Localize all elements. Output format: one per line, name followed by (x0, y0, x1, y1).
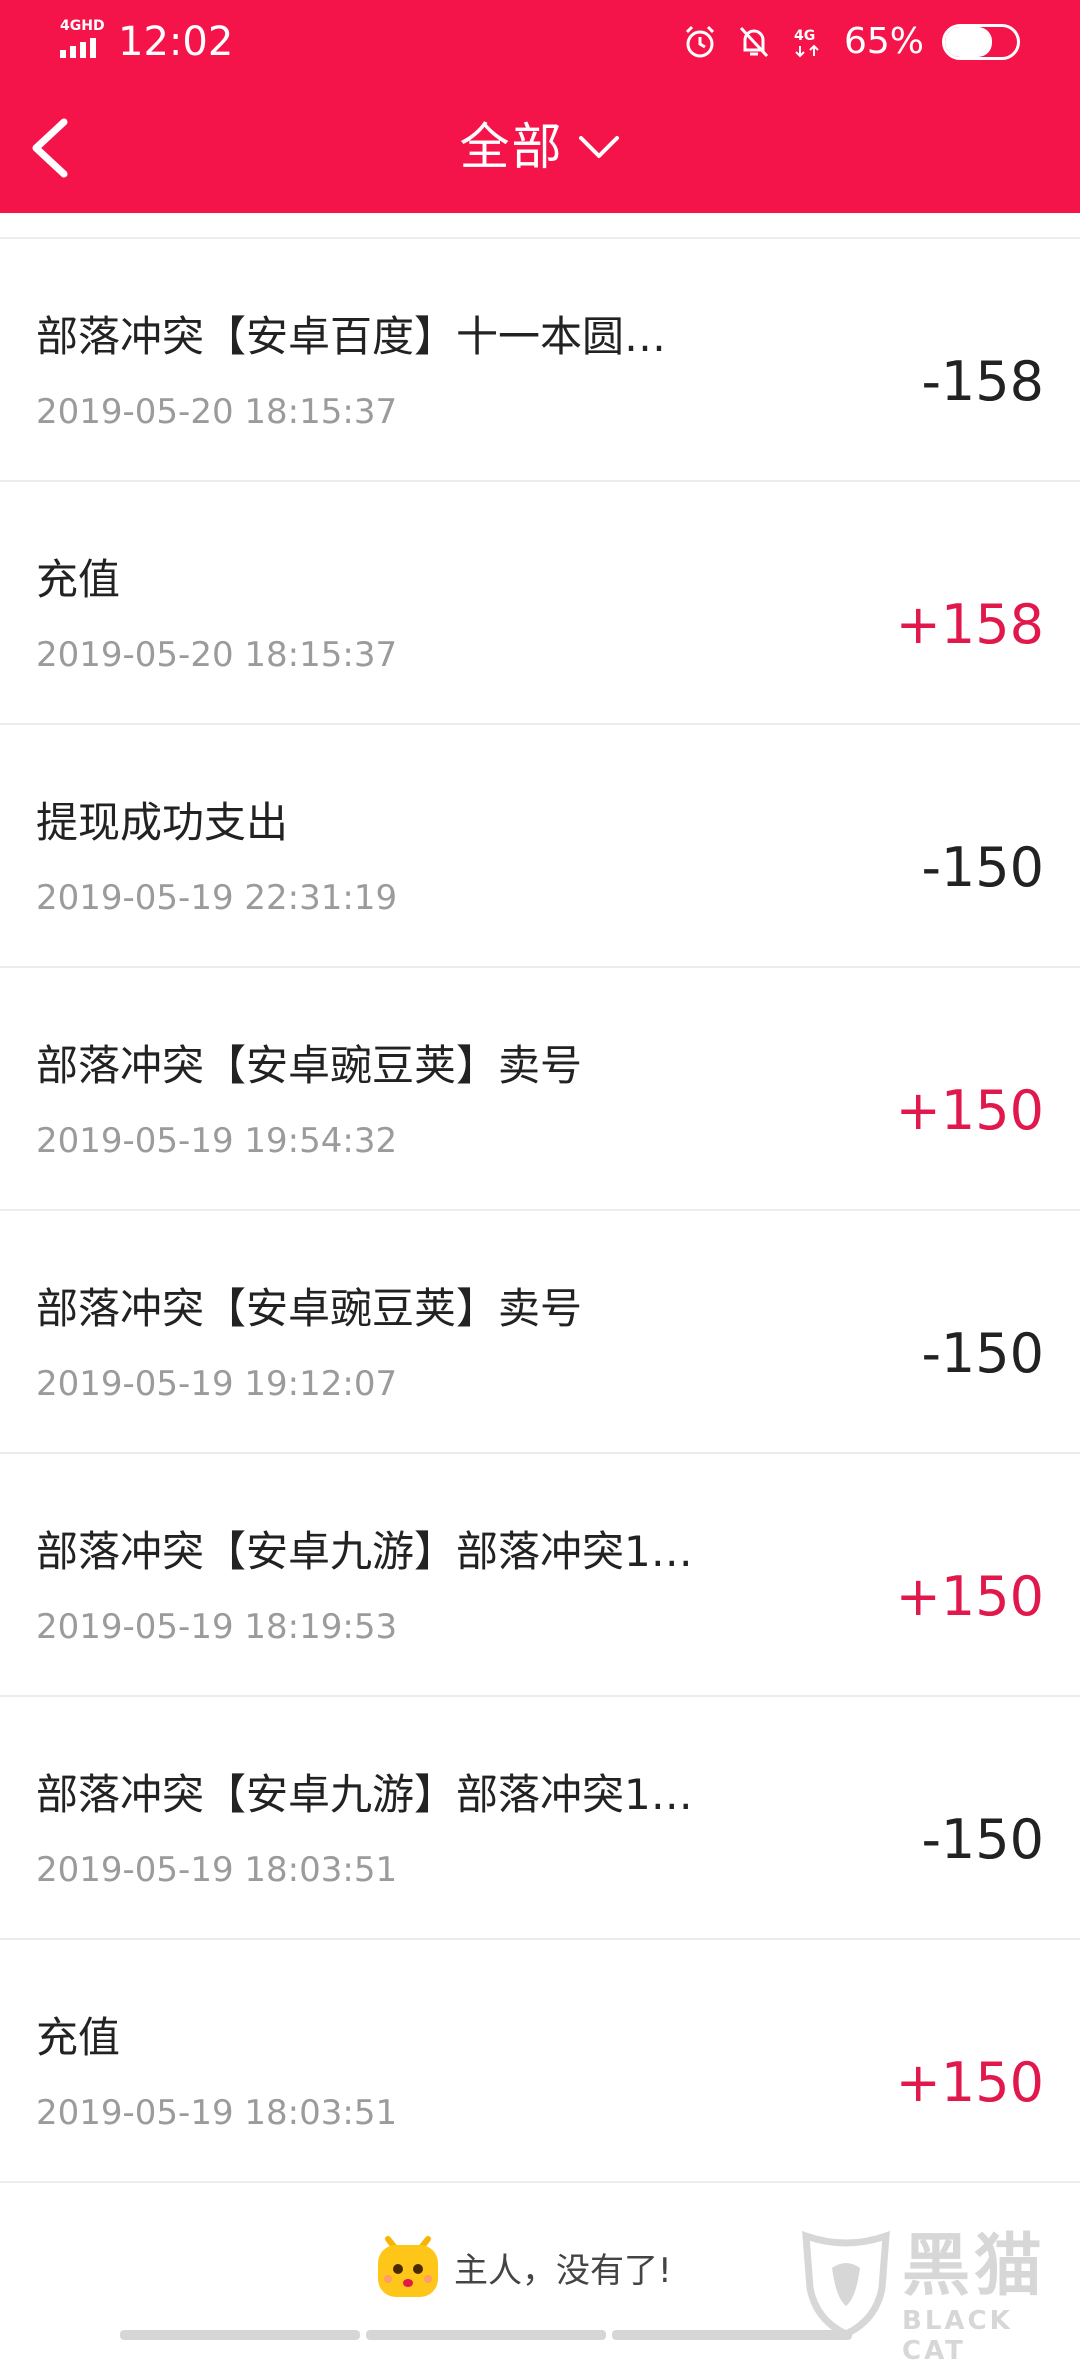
nav-row: 全部 (0, 84, 1080, 213)
mute-bell-icon (736, 24, 772, 60)
transaction-name: 充值 (36, 555, 121, 604)
transaction-date: 2019-05-20 18:15:37 (36, 635, 398, 675)
svg-text:4G: 4G (794, 28, 815, 44)
gesture-segment (366, 2330, 606, 2340)
chevron-down-icon (578, 136, 619, 158)
black-cat-logo-icon (802, 2230, 890, 2338)
transaction-row[interactable]: 充值 2019-05-20 18:15:37 +158 (0, 482, 1080, 725)
end-of-list-text: 主人，没有了! (454, 2250, 672, 2291)
battery-percent: 65% (843, 21, 924, 62)
watermark-brand: 黑猫 (902, 2227, 1047, 2306)
cellular-signal-icon: 4GHD (58, 18, 110, 58)
transaction-row[interactable]: 部落冲突【安卓百度】十一本圆… 2019-05-20 18:15:37 -158 (0, 239, 1080, 482)
alarm-icon (682, 24, 718, 60)
transaction-name: 提现成功支出 (36, 798, 289, 847)
filter-dropdown[interactable]: 全部 (0, 114, 1080, 180)
transaction-row[interactable]: 部落冲突【安卓豌豆荚】卖号 2019-05-19 19:12:07 -150 (0, 1211, 1080, 1454)
transaction-row[interactable]: 提现成功支出 2019-05-19 22:31:19 -150 (0, 725, 1080, 968)
transaction-name: 充值 (36, 2013, 121, 2062)
list-top-divider (0, 213, 1080, 239)
transaction-amount: -150 (921, 836, 1044, 899)
gesture-segment (120, 2330, 360, 2340)
transaction-name: 部落冲突【安卓豌豆荚】卖号 (36, 1284, 583, 1333)
transaction-amount: -158 (921, 350, 1044, 413)
gesture-segment (612, 2330, 852, 2340)
gesture-bar (0, 2330, 1080, 2340)
transaction-date: 2019-05-19 22:31:19 (36, 878, 398, 918)
transaction-amount: +158 (895, 593, 1044, 656)
transaction-row[interactable]: 部落冲突【安卓豌豆荚】卖号 2019-05-19 19:54:32 +150 (0, 968, 1080, 1211)
transaction-row[interactable]: 部落冲突【安卓九游】部落冲突1… 2019-05-19 18:03:51 -15… (0, 1697, 1080, 1940)
transaction-amount: +150 (895, 1565, 1044, 1628)
transaction-date: 2019-05-19 19:12:07 (36, 1364, 398, 1404)
transaction-amount: +150 (895, 2051, 1044, 2114)
transaction-name: 部落冲突【安卓九游】部落冲突1… (36, 1770, 693, 1819)
transaction-date: 2019-05-20 18:15:37 (36, 392, 398, 432)
transaction-row[interactable]: 充值 2019-05-19 18:03:51 +150 (0, 1940, 1080, 2183)
top-bar: 4GHD 12:02 4G 65% 全部 (0, 0, 1080, 213)
status-bar: 4GHD 12:02 4G 65% (0, 0, 1080, 84)
battery-icon (942, 24, 1020, 60)
transaction-row[interactable]: 部落冲突【安卓九游】部落冲突1… 2019-05-19 18:19:53 +15… (0, 1454, 1080, 1697)
transaction-name: 部落冲突【安卓百度】十一本圆… (36, 312, 667, 361)
sad-face-emoji-icon (378, 2236, 438, 2297)
transaction-amount: -150 (921, 1808, 1044, 1871)
transaction-date: 2019-05-19 19:54:32 (36, 1121, 398, 1161)
battery-fill (945, 27, 992, 57)
watermark: 黑猫 BLACK CAT (796, 2227, 1066, 2366)
transaction-name: 部落冲突【安卓豌豆荚】卖号 (36, 1041, 583, 1090)
transaction-amount: +150 (895, 1079, 1044, 1142)
transaction-date: 2019-05-19 18:03:51 (36, 2093, 398, 2133)
transaction-name: 部落冲突【安卓九游】部落冲突1… (36, 1527, 693, 1576)
transaction-amount: -150 (921, 1322, 1044, 1385)
status-time: 12:02 (118, 19, 234, 65)
transaction-list: 部落冲突【安卓百度】十一本圆… 2019-05-20 18:15:37 -158… (0, 213, 1080, 2183)
transaction-date: 2019-05-19 18:03:51 (36, 1850, 398, 1890)
4g-data-icon: 4G (790, 24, 826, 60)
network-label: 4GHD (60, 18, 105, 34)
transaction-date: 2019-05-19 18:19:53 (36, 1607, 398, 1647)
page-title: 全部 (459, 118, 564, 176)
